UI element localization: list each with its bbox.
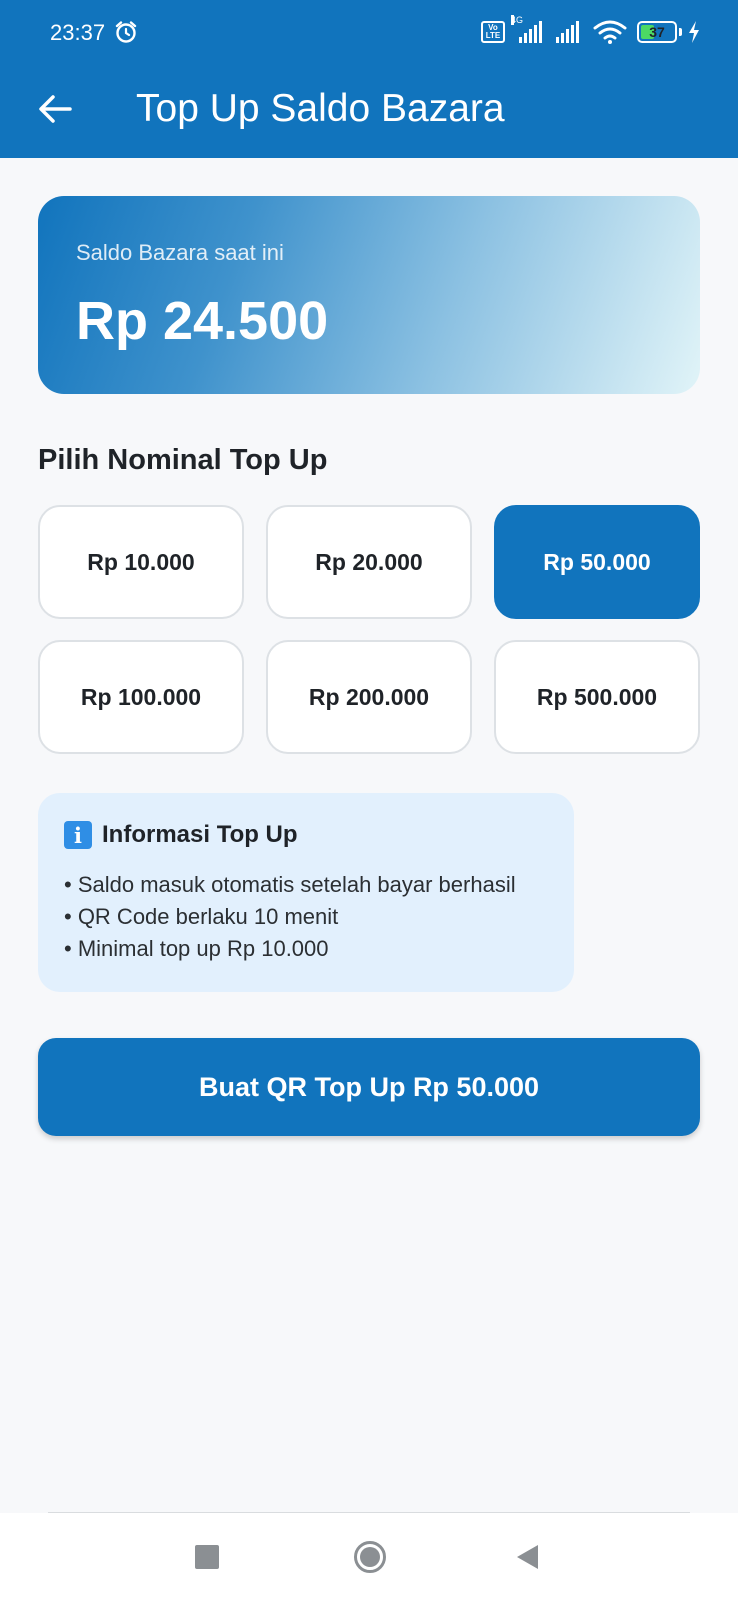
balance-label: Saldo Bazara saat ini [76,240,284,265]
wifi-icon [593,20,627,44]
section-title: Pilih Nominal Top Up [38,444,328,476]
info-header: i Informasi Top Up [64,821,548,849]
back-triangle-icon[interactable] [515,1544,539,1570]
status-icons: Vo LTE 4G 37 [481,15,700,46]
balance-card: Saldo Bazara saat ini Rp 24.500 [38,196,700,394]
status-time: 23:37 [50,20,106,45]
battery-level: 37 [649,24,665,40]
info-item: • Minimal top up Rp 10.000 [64,936,329,961]
alarm-icon [115,21,137,43]
system-nav-bar [0,1513,738,1600]
page-title: Top Up Saldo Bazara [136,87,505,130]
info-list: • Saldo masuk otomatis setelah bayar ber… [64,869,548,965]
nominal-option-20000[interactable]: Rp 20.000 [266,505,472,619]
create-qr-button[interactable]: Buat QR Top Up Rp 50.000 [38,1038,700,1136]
battery-icon: 37 [637,21,677,43]
info-icon: i [64,821,92,849]
signal-icon-sim2 [556,21,579,43]
info-item: • QR Code berlaku 10 menit [64,904,339,929]
signal-icon: 4G [511,15,542,43]
volte-icon: Vo LTE [481,21,505,43]
info-title: Informasi Top Up [102,821,298,848]
nominal-option-50000[interactable]: Rp 50.000 [494,505,700,619]
back-button[interactable] [30,84,80,134]
nominal-option-500000[interactable]: Rp 500.000 [494,640,700,754]
arrow-left-icon [39,95,72,123]
nominal-option-200000[interactable]: Rp 200.000 [266,640,472,754]
status-bar: 23:37 Vo LTE 4G 37 [0,0,738,66]
recent-apps-icon[interactable] [195,1545,219,1569]
balance-value: Rp 24.500 [76,291,329,351]
info-item: • Saldo masuk otomatis setelah bayar ber… [64,872,516,897]
nominal-option-10000[interactable]: Rp 10.000 [38,505,244,619]
charging-icon [689,21,699,43]
nominal-option-100000[interactable]: Rp 100.000 [38,640,244,754]
info-box: i Informasi Top Up • Saldo masuk otomati… [38,793,574,992]
app-bar: Top Up Saldo Bazara [0,66,738,158]
home-icon[interactable] [353,1540,387,1574]
network-type-label: 4G [511,15,524,25]
